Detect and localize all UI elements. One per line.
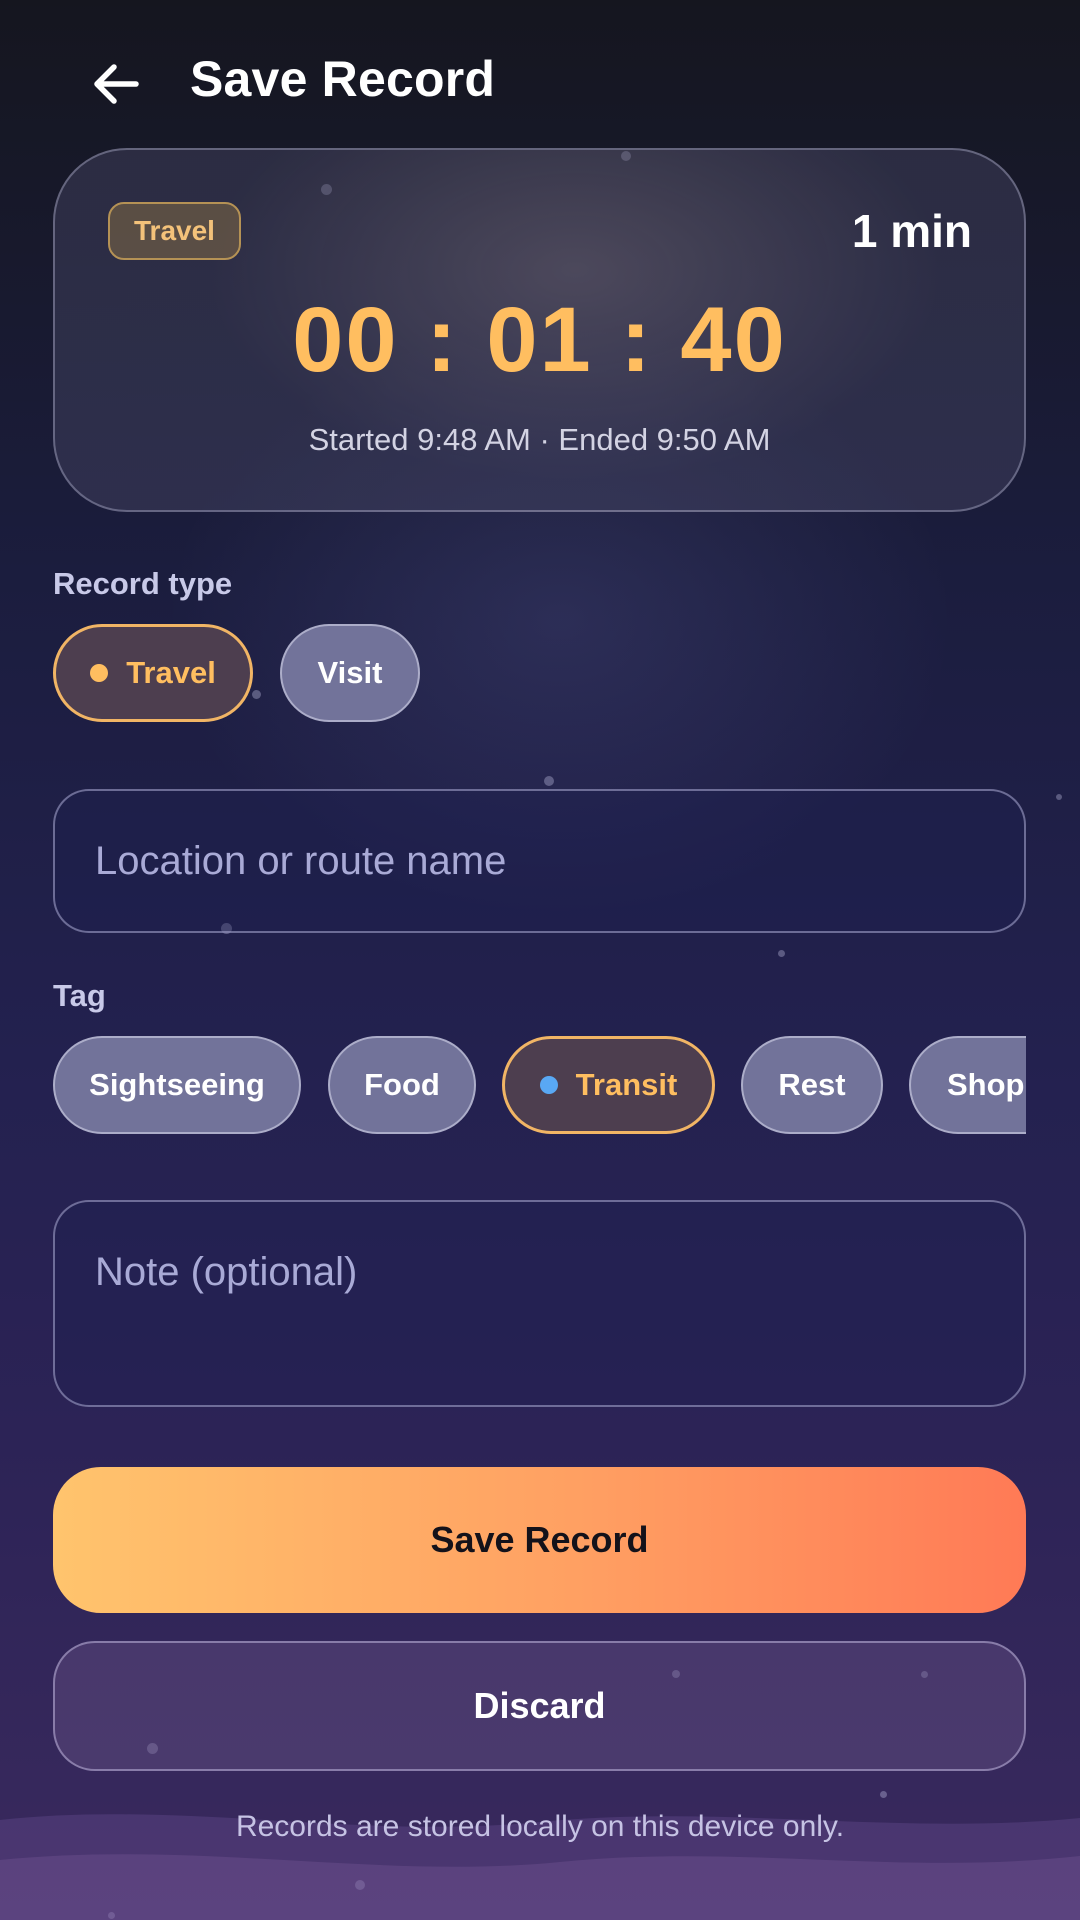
record-type-label: Record type [53, 566, 233, 601]
discard-button[interactable]: Discard [53, 1641, 1026, 1771]
back-button[interactable] [84, 56, 148, 112]
duration-label: 1 min [851, 205, 972, 257]
record-type-badge: Travel [108, 202, 241, 260]
star-dot [252, 690, 261, 699]
record-type-chip-travel[interactable]: Travel [53, 624, 253, 722]
note-input[interactable] [53, 1200, 1026, 1407]
selected-dot-icon [90, 664, 109, 682]
record-type-chip-visit[interactable]: Visit [280, 624, 420, 722]
star-dot [544, 776, 554, 786]
chip-label: Visit [317, 655, 383, 690]
chip-label: Rest [778, 1067, 846, 1102]
timer-card: Travel 1 min 00 : 01 : 40 Started 9:48 A… [53, 148, 1026, 512]
chip-label: Sightseeing [89, 1067, 265, 1102]
star-dot [880, 1791, 887, 1798]
arrow-left-icon [94, 64, 139, 104]
app-header: Save Record [0, 36, 1080, 132]
save-record-button[interactable]: Save Record [53, 1467, 1026, 1613]
tag-label: Tag [53, 978, 106, 1013]
start-end-times: Started 9:48 AM · Ended 9:50 AM [308, 422, 771, 457]
chip-label: Shopping [947, 1067, 1026, 1102]
location-input[interactable] [53, 789, 1026, 933]
chip-label: Food [364, 1067, 440, 1102]
chip-label: Transit [575, 1067, 678, 1102]
tag-chip-rest[interactable]: Rest [741, 1036, 883, 1134]
tag-chip-row[interactable]: Sightseeing Food Transit Rest Shopping [53, 1034, 1026, 1136]
tag-chip-sightseeing[interactable]: Sightseeing [53, 1036, 301, 1134]
elapsed-time: 00 : 01 : 40 [292, 289, 787, 391]
chip-label: Travel [126, 655, 216, 690]
tag-chip-transit[interactable]: Transit [502, 1036, 715, 1134]
tag-chip-food[interactable]: Food [328, 1036, 476, 1134]
tag-chip-shopping[interactable]: Shopping [909, 1036, 1026, 1134]
storage-note: Records are stored locally on this devic… [235, 1810, 845, 1843]
page-title: Save Record [190, 51, 496, 107]
star-dot [778, 950, 785, 957]
star-dot [1056, 794, 1062, 800]
selected-dot-icon [539, 1076, 558, 1094]
